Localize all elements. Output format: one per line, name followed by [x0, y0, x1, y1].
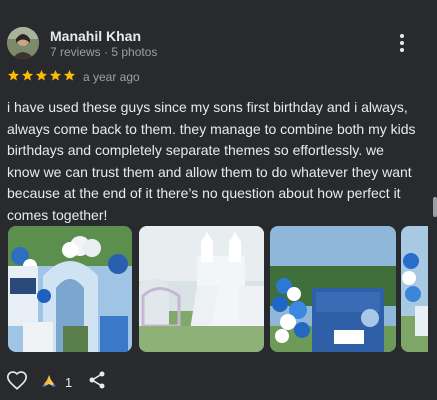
review-card: Manahil Khan 7 reviews · 5 photos a year… — [0, 0, 437, 400]
review-actions: 1 — [0, 368, 437, 394]
photo-strip — [8, 226, 428, 352]
more-options-icon[interactable] — [392, 32, 412, 54]
author-name[interactable]: Manahil Khan — [50, 28, 141, 44]
scrollbar-thumb[interactable] — [433, 197, 437, 217]
review-photo-2[interactable] — [139, 226, 264, 352]
share-icon[interactable] — [87, 370, 107, 390]
star-icon — [63, 69, 76, 87]
star-rating — [7, 69, 76, 87]
avatar[interactable] — [7, 27, 39, 59]
review-photo-1[interactable] — [8, 226, 132, 352]
like-heart-icon[interactable] — [6, 370, 28, 392]
review-photo-4[interactable] — [401, 226, 428, 352]
praying-hands-icon — [41, 372, 57, 393]
star-icon — [49, 69, 62, 87]
star-icon — [7, 69, 20, 87]
author-meta: 7 reviews · 5 photos — [50, 45, 158, 59]
reaction-summary[interactable]: 1 — [41, 372, 72, 393]
star-icon — [21, 69, 34, 87]
review-text: i have used these guys since my sons fir… — [7, 99, 416, 223]
star-icon — [35, 69, 48, 87]
reaction-count: 1 — [65, 375, 73, 390]
review-photo-3[interactable] — [270, 226, 396, 352]
review-date: a year ago — [83, 70, 140, 84]
